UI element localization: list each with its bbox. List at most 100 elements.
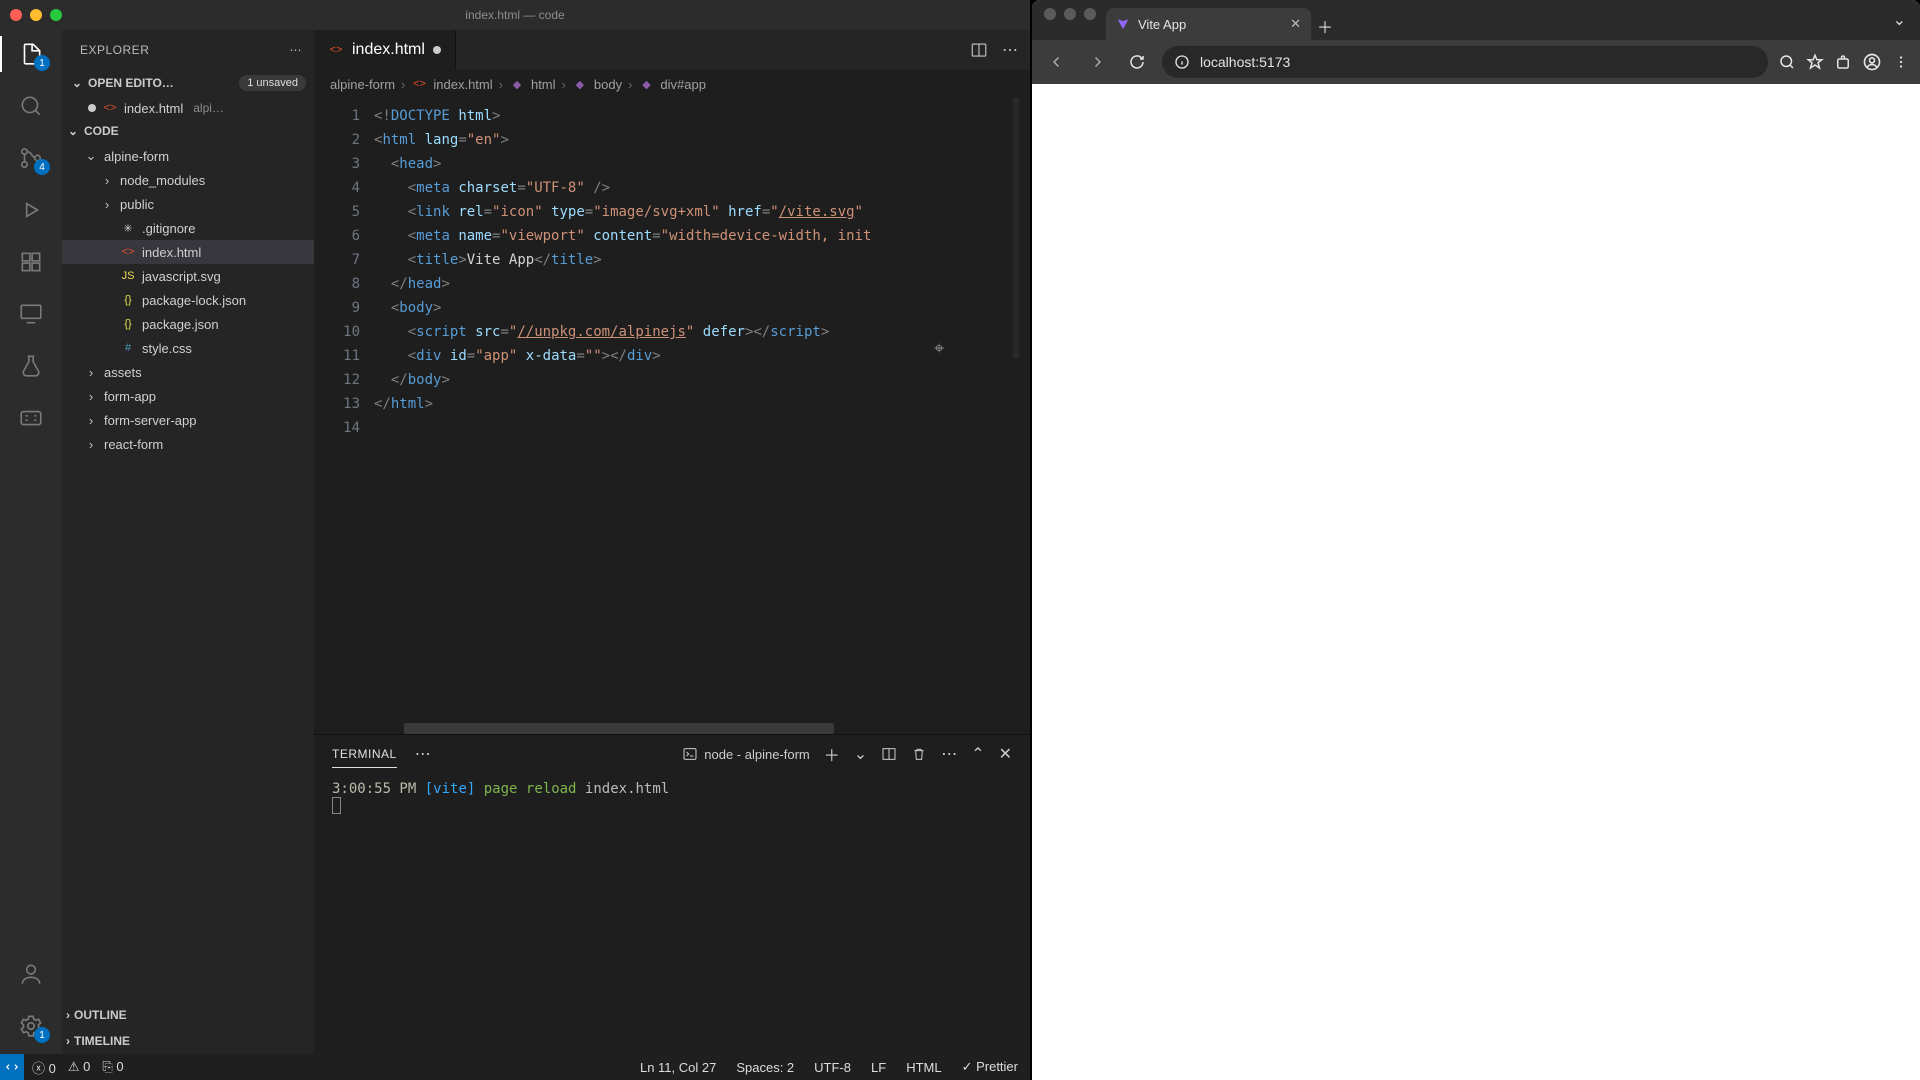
terminal-tab[interactable]: TERMINAL [332, 741, 397, 768]
new-tab-button[interactable]: ＋ [1311, 12, 1339, 40]
reload-button[interactable] [1122, 47, 1152, 77]
menu-icon[interactable] [1892, 53, 1910, 71]
minimize-window-icon[interactable] [30, 9, 42, 21]
open-editors-label: OPEN EDITO… [88, 76, 174, 90]
mac-traffic-lights[interactable] [1044, 8, 1096, 20]
settings-badge: 1 [34, 1027, 50, 1043]
chevron-right-icon: › [84, 365, 98, 380]
chevron-right-icon: › [84, 389, 98, 404]
status-errors[interactable]: ⓧ 0 [32, 1058, 56, 1077]
chevron-down-icon: ⌄ [70, 76, 84, 90]
terminal-dropdown-icon[interactable]: ⌄ [854, 744, 867, 764]
activity-search-icon[interactable] [17, 92, 45, 120]
activity-remote-icon[interactable] [17, 300, 45, 328]
terminal-output[interactable]: 3:00:55 PM [vite] page reload index.html [314, 773, 1030, 1054]
forward-button[interactable] [1082, 47, 1112, 77]
minimap[interactable] [1012, 98, 1030, 723]
element-icon: ◆ [638, 76, 654, 92]
fullscreen-window-icon[interactable] [50, 9, 62, 21]
window-title: index.html — code [465, 8, 564, 22]
minimize-window-icon[interactable] [1064, 8, 1076, 20]
tree-folder[interactable]: ›assets [62, 360, 314, 384]
scm-badge: 4 [34, 159, 50, 175]
horizontal-scrollbar[interactable] [314, 723, 1030, 734]
activity-debug-icon[interactable] [17, 196, 45, 224]
text-cursor-icon: ⌖ [934, 337, 944, 361]
tree-folder[interactable]: ›public [62, 192, 314, 216]
panel-more-icon[interactable]: ⋯ [941, 744, 957, 764]
terminal-process[interactable]: node - alpine-form [682, 746, 810, 762]
activity-account-icon[interactable] [17, 960, 45, 988]
activity-scm-icon[interactable]: 4 [17, 144, 45, 172]
file-tree: ⌄alpine-form ›node_modules ›public ✳.git… [62, 142, 314, 462]
activity-extensions-icon[interactable] [17, 248, 45, 276]
workspace-section[interactable]: ⌄ CODE [62, 120, 314, 142]
activity-explorer-icon[interactable]: 1 [17, 40, 45, 68]
zoom-icon[interactable] [1778, 53, 1796, 71]
code-editor[interactable]: <!DOCTYPE html> <html lang="en"> <head> … [374, 98, 1012, 723]
timeline-section[interactable]: ›TIMELINE [62, 1028, 314, 1054]
remote-indicator[interactable] [0, 1054, 24, 1080]
terminal-panel: TERMINAL ⋯ node - alpine-form ＋ ⌄ ⋯ [314, 734, 1030, 1054]
close-panel-icon[interactable]: ✕ [999, 744, 1012, 764]
activity-test-icon[interactable] [17, 352, 45, 380]
tree-file[interactable]: #style.css [62, 336, 314, 360]
back-button[interactable] [1042, 47, 1072, 77]
fullscreen-window-icon[interactable] [1084, 8, 1096, 20]
breadcrumbs[interactable]: alpine-form› <>index.html› ◆html› ◆body›… [314, 70, 1030, 98]
status-language[interactable]: HTML [906, 1060, 941, 1075]
bookmark-icon[interactable] [1806, 53, 1824, 71]
close-window-icon[interactable] [10, 9, 22, 21]
activity-bar: 1 4 [0, 30, 62, 1054]
tree-file[interactable]: ✳.gitignore [62, 216, 314, 240]
site-info-icon[interactable] [1174, 54, 1190, 70]
tree-file-selected[interactable]: <>index.html [62, 240, 314, 264]
split-terminal-icon[interactable] [881, 746, 897, 762]
tree-folder[interactable]: ⌄alpine-form [62, 144, 314, 168]
address-bar[interactable]: localhost:5173 [1162, 46, 1768, 78]
chevron-down-icon: ⌄ [66, 124, 80, 138]
open-editor-item[interactable]: <> index.html alpi… [62, 96, 314, 120]
profile-icon[interactable] [1862, 52, 1882, 72]
html-file-icon: <> [411, 76, 427, 92]
status-ports[interactable]: ⎘ 0 [102, 1059, 123, 1075]
panel-more-icon[interactable]: ⋯ [415, 744, 431, 764]
kill-terminal-icon[interactable] [911, 746, 927, 762]
open-editors-section[interactable]: ⌄ OPEN EDITO… [66, 72, 180, 94]
activity-settings-icon[interactable]: 1 [17, 1012, 45, 1040]
browser-viewport[interactable] [1032, 84, 1920, 1080]
close-tab-icon[interactable]: ✕ [1290, 16, 1301, 32]
chevron-right-icon: › [66, 1008, 70, 1022]
split-editor-icon[interactable] [970, 41, 988, 59]
tree-folder[interactable]: ›form-server-app [62, 408, 314, 432]
chevron-right-icon: › [84, 413, 98, 428]
tree-folder[interactable]: ›form-app [62, 384, 314, 408]
tree-folder[interactable]: ›node_modules [62, 168, 314, 192]
explorer-more-icon[interactable]: ⋯ [290, 43, 303, 57]
close-window-icon[interactable] [1044, 8, 1056, 20]
status-encoding[interactable]: UTF-8 [814, 1060, 851, 1075]
browser-tab[interactable]: Vite App ✕ [1106, 8, 1311, 40]
new-terminal-icon[interactable]: ＋ [824, 742, 840, 766]
editor-tab[interactable]: <> index.html [314, 30, 456, 70]
tree-file[interactable]: JSjavascript.svg [62, 264, 314, 288]
outline-section[interactable]: ›OUTLINE [62, 1002, 314, 1028]
tabs-dropdown-icon[interactable]: ⌄ [1893, 10, 1906, 30]
activity-ports-icon[interactable] [17, 404, 45, 432]
mac-traffic-lights[interactable] [10, 9, 62, 21]
tree-file[interactable]: {}package.json [62, 312, 314, 336]
maximize-panel-icon[interactable]: ⌃ [971, 744, 984, 764]
status-indent[interactable]: Spaces: 2 [736, 1060, 794, 1075]
chevron-right-icon: › [84, 437, 98, 452]
js-file-icon: JS [120, 268, 136, 284]
editor-more-icon[interactable]: ⋯ [1002, 40, 1018, 60]
status-eol[interactable]: LF [871, 1060, 886, 1075]
status-warnings[interactable]: ⚠ 0 [68, 1059, 91, 1075]
extensions-icon[interactable] [1834, 53, 1852, 71]
tree-file[interactable]: {}package-lock.json [62, 288, 314, 312]
url-text: localhost:5173 [1200, 54, 1290, 70]
tree-folder[interactable]: ›react-form [62, 432, 314, 456]
status-prettier[interactable]: ✓ Prettier [962, 1059, 1018, 1075]
explorer-title: EXPLORER [80, 43, 149, 57]
status-cursor[interactable]: Ln 11, Col 27 [640, 1060, 716, 1075]
